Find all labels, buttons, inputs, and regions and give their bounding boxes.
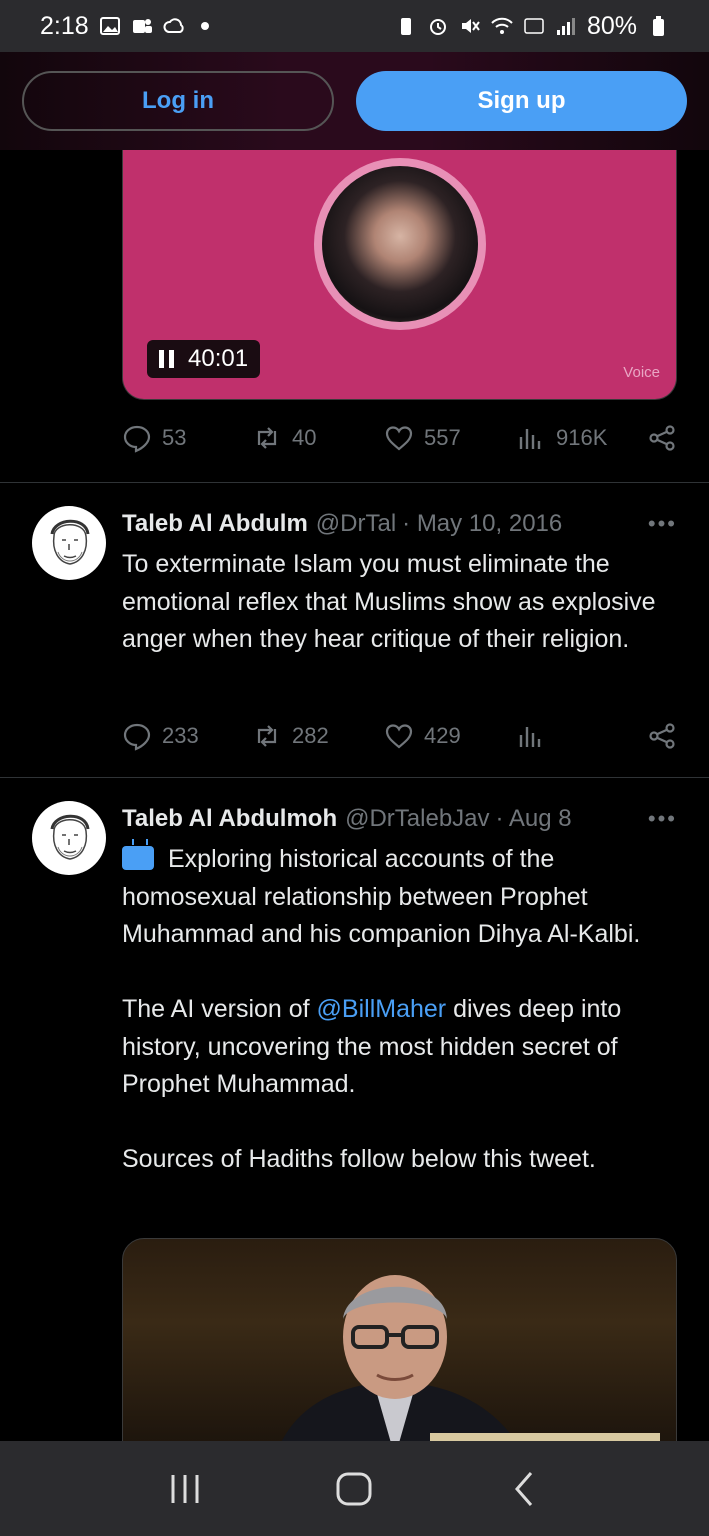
tweet-header: Taleb Al Abdulmoh @DrTalebJav · Aug 8 ••…: [122, 801, 677, 837]
heart-icon: [385, 724, 413, 749]
more-options-icon[interactable]: •••: [648, 806, 677, 832]
signup-button[interactable]: Sign up: [356, 71, 687, 131]
sketch-portrait-icon: [50, 519, 90, 565]
reply-action[interactable]: 233: [122, 721, 252, 751]
author-name[interactable]: Taleb Al Abdulm: [122, 510, 308, 538]
back-icon: [515, 1471, 533, 1506]
volte-icon: [524, 18, 544, 34]
tweet-header: Taleb Al Abdulm @DrTal · May 10, 2016 ••…: [122, 506, 677, 542]
author-handle[interactable]: @DrTalebJav: [345, 805, 489, 833]
home-button[interactable]: [329, 1464, 379, 1514]
mention-link[interactable]: @BillMaher: [317, 995, 447, 1023]
repost-icon: [257, 427, 277, 449]
tweet-actions: 233 282 429: [122, 721, 677, 751]
tweet-paragraph: Sources of Hadiths follow below this twe…: [122, 1145, 596, 1173]
status-time: 2:18: [40, 11, 89, 40]
author-name[interactable]: Taleb Al Abdulmoh: [122, 805, 337, 833]
login-button[interactable]: Log in: [22, 71, 334, 131]
tv-icon: [122, 846, 154, 870]
mute-icon: [461, 19, 480, 33]
cloud-icon: [163, 18, 184, 33]
battery-icon: [653, 16, 664, 36]
alarm-icon: [429, 19, 446, 35]
reply-icon: [123, 425, 151, 453]
reply-count: 53: [162, 425, 187, 450]
tweet-text: Exploring historical accounts of the hom…: [122, 841, 677, 1179]
tweet-paragraph: The AI version of @BillMaher dives deep …: [122, 991, 677, 1104]
voice-label: Voice: [623, 364, 660, 381]
battery-saver-icon: [400, 18, 411, 35]
voice-post-actions: 53 40 557 916K: [122, 423, 677, 453]
signal-icon: [556, 18, 575, 35]
repost-count: 282: [292, 723, 329, 748]
gallery-icon: [99, 17, 120, 35]
repost-icon: [257, 725, 277, 747]
recent-apps-icon: [171, 1474, 199, 1503]
share-icon: [649, 425, 675, 451]
tweet-date[interactable]: · Aug 8: [496, 805, 572, 833]
repost-action[interactable]: 40: [252, 423, 384, 453]
voice-card[interactable]: 40:01 Voice: [122, 150, 677, 400]
pause-icon: [159, 350, 174, 368]
repost-action[interactable]: 282: [252, 721, 384, 751]
author-handle[interactable]: @DrTal: [316, 510, 396, 538]
views-action[interactable]: [516, 721, 546, 751]
tweet-paragraph: Exploring historical accounts of the hom…: [122, 841, 677, 954]
text-segment: The AI version of: [122, 995, 317, 1023]
share-action[interactable]: [647, 423, 677, 453]
heart-icon: [385, 426, 413, 451]
tweet-intro: Exploring historical accounts of the hom…: [122, 845, 641, 948]
views-icon: [519, 727, 541, 747]
battery-percent: 80%: [586, 11, 637, 40]
divider: [0, 777, 709, 778]
home-icon: [336, 1472, 372, 1505]
views-action[interactable]: 916K: [516, 423, 607, 453]
person-image: [279, 1275, 520, 1447]
voice-playback-control[interactable]: 40:01: [147, 340, 261, 378]
status-bar: 2:18 80%: [0, 0, 709, 52]
reply-action[interactable]: 53: [122, 423, 252, 453]
reply-count: 233: [162, 723, 199, 748]
views-icon: [519, 429, 541, 449]
auth-bar: Log in Sign up: [0, 52, 709, 150]
system-nav-bar: [0, 1441, 709, 1536]
like-count: 557: [424, 425, 461, 450]
reply-icon: [123, 723, 151, 751]
teams-icon: [132, 19, 152, 33]
share-action[interactable]: [647, 721, 677, 751]
tweet-text: To exterminate Islam you must eliminate …: [122, 546, 677, 659]
sketch-portrait-icon: [50, 814, 90, 860]
wifi-icon: [491, 17, 513, 34]
divider: [0, 482, 709, 483]
voice-avatar: [314, 158, 486, 330]
tweet-date[interactable]: · May 10, 2016: [402, 510, 562, 538]
back-button[interactable]: [499, 1464, 549, 1514]
views-count: 916K: [556, 425, 608, 450]
like-count: 429: [424, 723, 461, 748]
recent-apps-button[interactable]: [160, 1464, 210, 1514]
notification-dot-icon: [200, 22, 209, 30]
repost-count: 40: [292, 425, 317, 450]
more-options-icon[interactable]: •••: [648, 511, 677, 537]
tweet-paragraph: To exterminate Islam you must eliminate …: [122, 550, 656, 653]
voice-avatar-photo: [322, 166, 478, 322]
like-action[interactable]: 429: [384, 721, 516, 751]
avatar[interactable]: [32, 506, 106, 580]
share-icon: [649, 723, 675, 749]
video-thumbnail[interactable]: [122, 1238, 677, 1448]
voice-duration: 40:01: [188, 345, 249, 372]
like-action[interactable]: 557: [384, 423, 516, 453]
avatar[interactable]: [32, 801, 106, 875]
